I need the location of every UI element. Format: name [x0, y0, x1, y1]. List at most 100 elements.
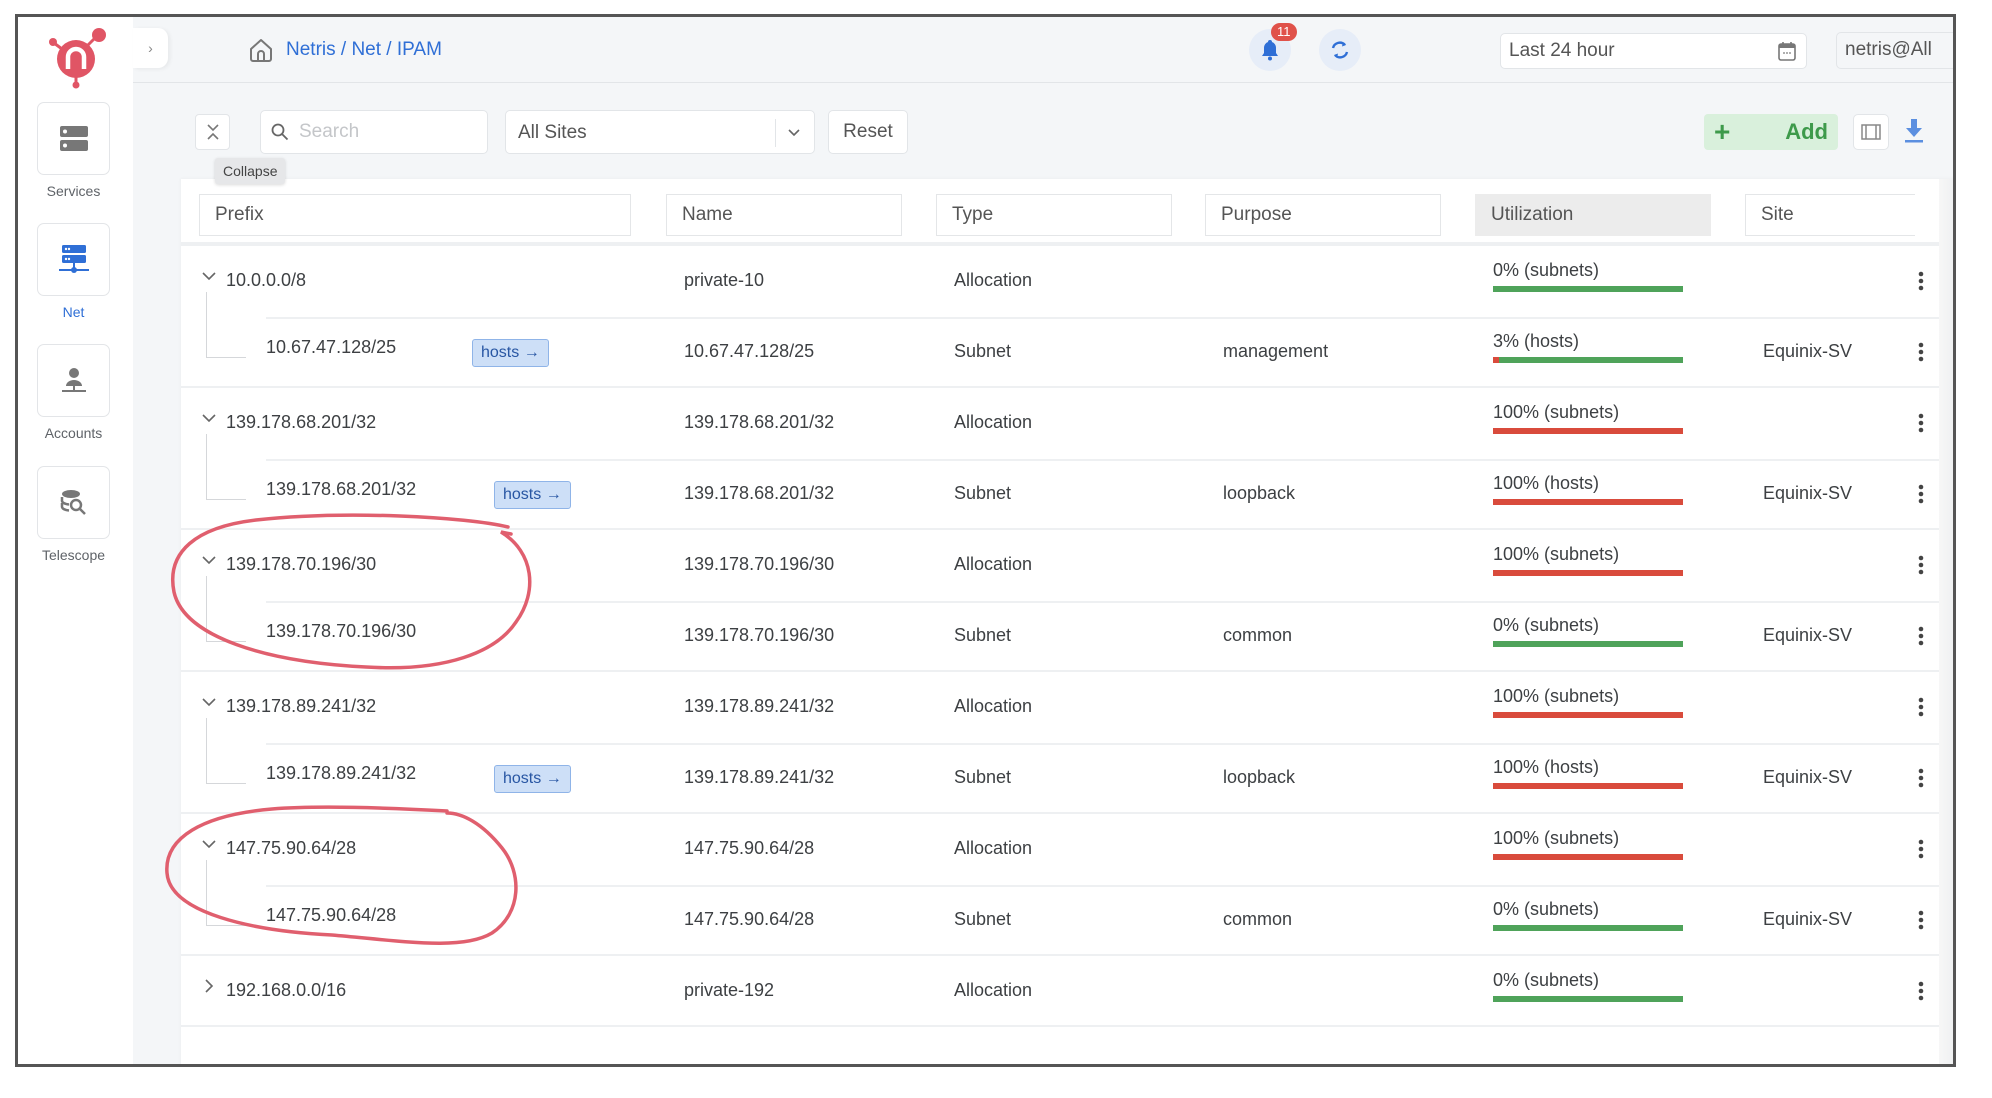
prefix-cell[interactable]: 139.178.70.196/30 — [226, 554, 376, 575]
table-row-subnet[interactable]: 147.75.90.64/28 147.75.90.64/28 Subnet comm… — [181, 885, 1953, 956]
name-cell: 147.75.90.64/28 — [684, 838, 815, 858]
chevron-down-icon[interactable] — [201, 552, 217, 568]
prefix-cell[interactable]: 139.178.68.201/32 — [266, 479, 416, 500]
table-row-subnet[interactable]: 139.178.89.241/32 hosts → 139.178.89.241/3… — [181, 743, 1953, 814]
column-header-prefix[interactable]: Prefix — [199, 194, 631, 236]
tree-line — [206, 459, 207, 499]
scrollbar[interactable] — [1939, 179, 1953, 1064]
chevron-down-icon[interactable] — [201, 694, 217, 710]
group-divider — [181, 1025, 1953, 1027]
utilization-cell: 0% (subnets) — [1493, 615, 1683, 647]
calendar-icon[interactable] — [1778, 41, 1796, 61]
chevron-down-icon[interactable] — [201, 836, 217, 852]
prefix-cell[interactable]: 139.178.70.196/30 — [266, 621, 416, 642]
more-options-icon[interactable] — [1918, 483, 1924, 505]
telescope-icon — [60, 489, 86, 515]
notifications-button[interactable]: 11 — [1249, 23, 1297, 71]
tree-line — [206, 576, 207, 601]
type-cell: Allocation — [954, 838, 1033, 858]
row-divider — [266, 885, 1953, 887]
home-icon[interactable] — [248, 37, 274, 63]
chevron-down-icon[interactable] — [201, 410, 217, 426]
sites-select[interactable]: All Sites — [505, 110, 815, 154]
chevron-down-icon[interactable] — [201, 268, 217, 284]
sidebar-item-accounts[interactable]: Accounts — [37, 344, 110, 441]
more-options-icon[interactable] — [1918, 696, 1924, 718]
more-options-icon[interactable] — [1918, 767, 1924, 789]
table-row-subnet[interactable]: 139.178.68.201/32 hosts → 139.178.68.201/3… — [181, 459, 1953, 530]
prefix-cell[interactable]: 147.75.90.64/28 — [266, 905, 396, 926]
prefix-cell[interactable]: 139.178.68.201/32 — [226, 412, 376, 433]
more-options-icon[interactable] — [1918, 980, 1924, 1002]
reset-button[interactable]: Reset — [828, 110, 908, 154]
prefix-cell[interactable]: 139.178.89.241/32 — [226, 696, 376, 717]
columns-icon — [1861, 124, 1881, 140]
table-row-allocation[interactable]: 139.178.68.201/32 139.178.68.201/32 Alloca… — [181, 388, 1953, 459]
hosts-link-button[interactable]: hosts → — [494, 765, 571, 793]
prefix-cell[interactable]: 139.178.89.241/32 — [266, 763, 416, 784]
more-options-icon[interactable] — [1918, 412, 1924, 434]
column-header-name[interactable]: Name — [666, 194, 902, 236]
prefix-cell[interactable]: 10.0.0.0/8 — [226, 270, 306, 291]
netris-logo[interactable] — [48, 27, 108, 89]
name-cell: 147.75.90.64/28 — [684, 909, 815, 929]
services-icon — [59, 125, 88, 151]
more-options-icon[interactable] — [1918, 909, 1924, 931]
column-header-type[interactable]: Type — [936, 194, 1172, 236]
add-button[interactable]: + Add — [1704, 114, 1838, 150]
type-cell: Allocation — [954, 554, 1033, 574]
breadcrumb-path[interactable]: Netris / Net / IPAM — [286, 39, 442, 61]
sidebar-item-net[interactable]: Net — [37, 223, 110, 320]
table-row-allocation[interactable]: 147.75.90.64/28 147.75.90.64/28 Allocation… — [181, 814, 1953, 885]
hosts-link-button[interactable]: hosts → — [472, 339, 549, 367]
table-row-allocation[interactable]: 139.178.89.241/32 139.178.89.241/32 Alloca… — [181, 672, 1953, 743]
purpose-cell: common — [1223, 625, 1293, 645]
notification-count-badge: 11 — [1271, 23, 1297, 41]
prefix-cell[interactable]: 147.75.90.64/28 — [226, 838, 356, 859]
collapse-icon — [206, 124, 219, 140]
utilization-text: 100% (subnets) — [1493, 686, 1620, 706]
collapse-all-button[interactable] — [195, 114, 230, 150]
more-options-icon[interactable] — [1918, 554, 1924, 576]
table-row-allocation[interactable]: 10.0.0.0/8 private-10 Allocation 0% (subne… — [181, 246, 1953, 317]
type-cell: Subnet — [954, 625, 1012, 645]
plus-icon: + — [1714, 116, 1731, 147]
table-row-allocation[interactable]: 192.168.0.0/16 private-192 Allocation 0% (… — [181, 956, 1953, 1027]
prefix-cell[interactable]: 10.67.47.128/25 — [266, 337, 396, 358]
top-header: Netris / Net / IPAM 11 Last 24 hour netr… — [133, 17, 1953, 83]
utilization-text: 3% (hosts) — [1493, 331, 1580, 351]
utilization-bar — [1493, 286, 1683, 292]
table-row-subnet[interactable]: 10.67.47.128/25 hosts → 10.67.47.128/25 Sub… — [181, 317, 1953, 388]
column-header-purpose[interactable]: Purpose — [1205, 194, 1441, 236]
hosts-link-button[interactable]: hosts → — [494, 481, 571, 509]
table-row-subnet[interactable]: 139.178.70.196/30 139.178.70.196/30 Subnet… — [181, 601, 1953, 672]
sidebar-item-label: Accounts — [44, 425, 103, 441]
table-row-allocation[interactable]: 139.178.70.196/30 139.178.70.196/30 Alloca… — [181, 530, 1953, 601]
utilization-bar — [1493, 357, 1683, 363]
refresh-button[interactable] — [1319, 29, 1361, 71]
column-header-site[interactable]: Site — [1745, 194, 1915, 236]
utilization-bar-fill — [1493, 712, 1683, 718]
time-range-picker[interactable]: Last 24 hour — [1500, 33, 1807, 69]
tree-line — [206, 860, 207, 885]
tenant-user-dropdown[interactable]: netris@All — [1836, 32, 1953, 69]
chevron-right-icon[interactable] — [201, 978, 217, 994]
utilization-cell: 100% (hosts) — [1493, 473, 1683, 505]
more-options-icon[interactable] — [1918, 341, 1924, 363]
search-input[interactable] — [299, 121, 469, 143]
download-icon[interactable] — [1904, 118, 1924, 144]
sidebar-item-telescope[interactable]: Telescope — [37, 466, 110, 563]
search-box[interactable] — [260, 110, 488, 154]
sidebar-item-services[interactable]: Services — [37, 102, 110, 199]
more-options-icon[interactable] — [1918, 270, 1924, 292]
columns-toggle-button[interactable] — [1853, 114, 1889, 150]
purpose-cell: management — [1223, 341, 1329, 361]
column-header-utilization[interactable]: Utilization — [1475, 194, 1711, 236]
breadcrumb: Netris / Net / IPAM — [248, 37, 442, 63]
accounts-tile — [37, 344, 110, 417]
prefix-cell[interactable]: 192.168.0.0/16 — [226, 980, 346, 1001]
utilization-bar — [1493, 783, 1683, 789]
more-options-icon[interactable] — [1918, 625, 1924, 647]
more-options-icon[interactable] — [1918, 838, 1924, 860]
name-cell: 139.178.70.196/30 — [684, 625, 835, 645]
